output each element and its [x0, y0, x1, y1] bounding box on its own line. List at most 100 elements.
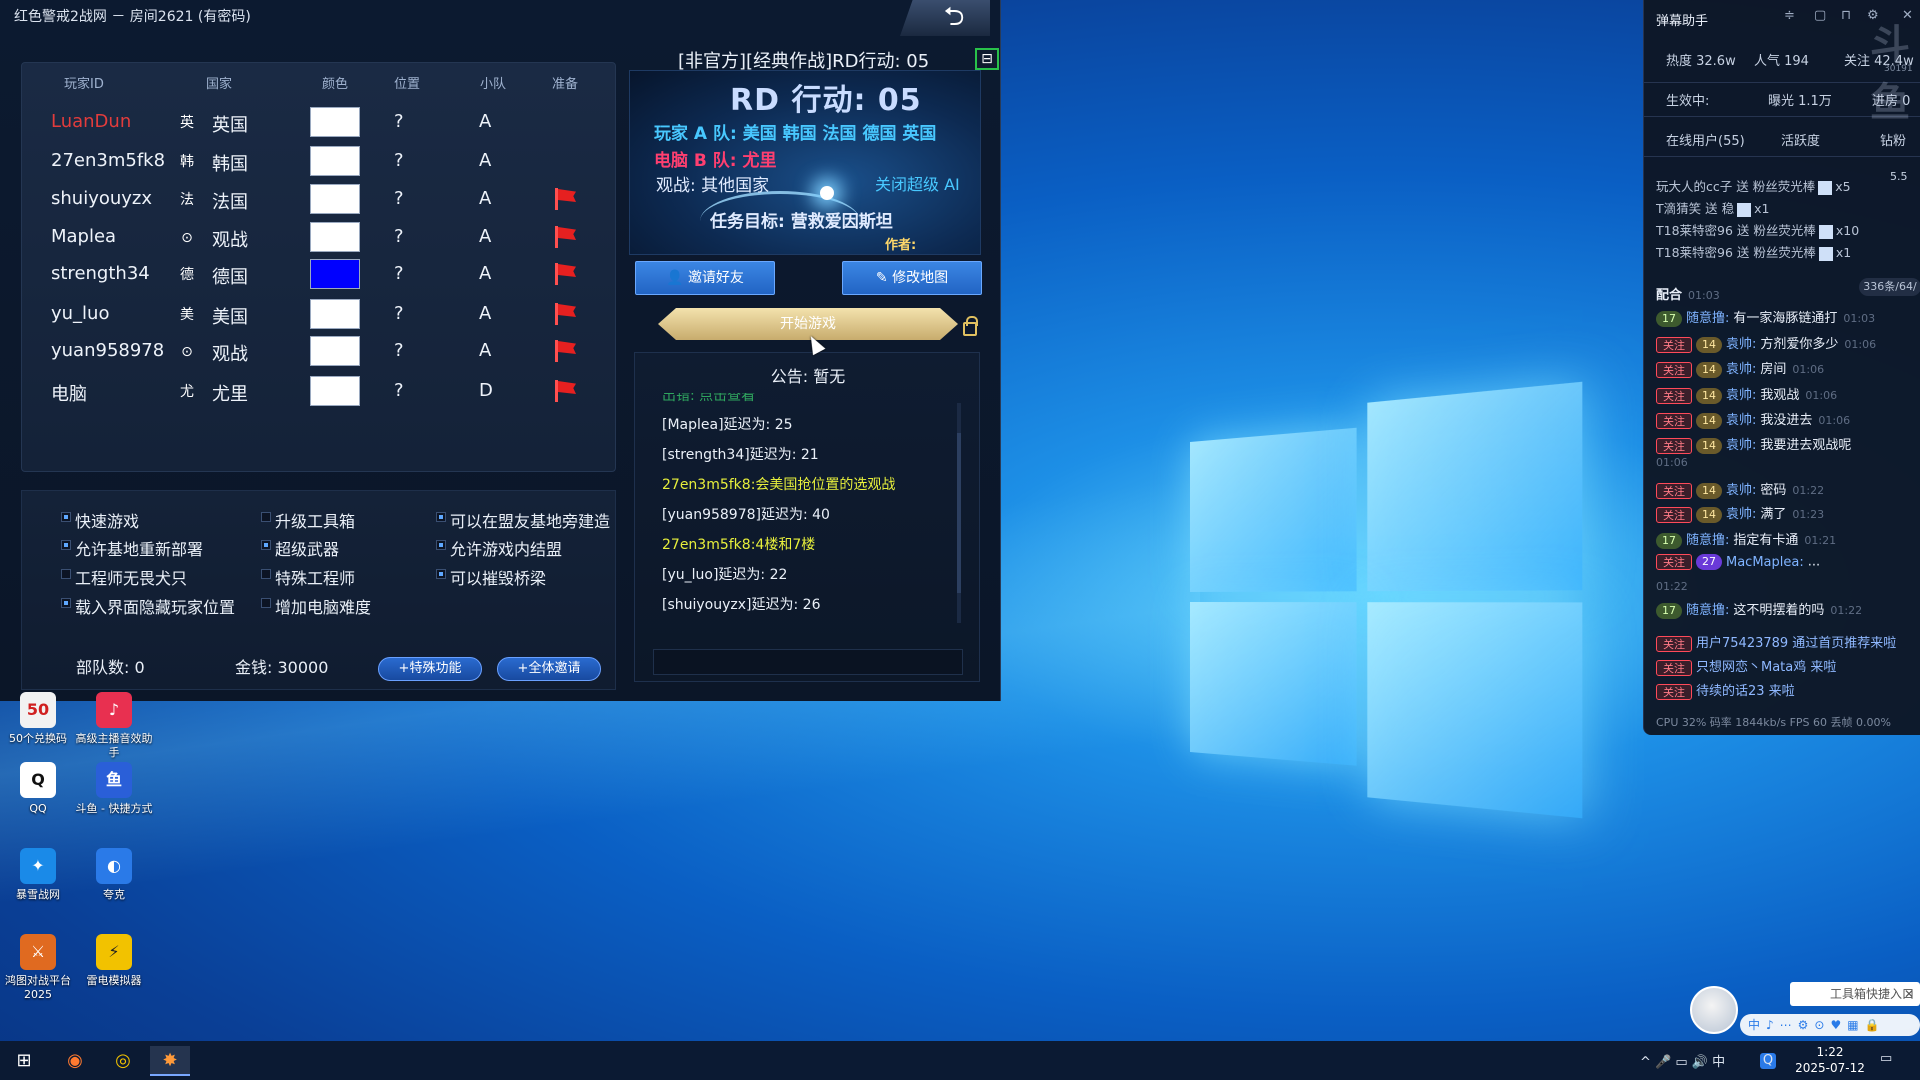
country-select[interactable]: 观战 — [212, 340, 248, 366]
checkbox-box[interactable] — [261, 598, 271, 608]
position-select[interactable]: ? — [394, 188, 404, 209]
option-checkbox[interactable]: 工程师无畏犬只 — [61, 565, 187, 589]
chat-scrollbar[interactable] — [957, 403, 961, 623]
desktop-icon[interactable]: Q QQ — [0, 762, 80, 816]
app-icon[interactable]: ◎ — [103, 1046, 143, 1076]
username[interactable]: 随意撸: — [1686, 533, 1729, 548]
toolbox-strip[interactable]: 中♪⋯⚙⊙♥▦🔒 — [1740, 1014, 1920, 1036]
team-select[interactable]: A — [479, 303, 491, 324]
checkbox-box[interactable] — [261, 569, 271, 579]
desktop-icon[interactable]: ♪ 高级主播音效助手 — [72, 692, 156, 760]
country-select[interactable]: 观战 — [212, 226, 248, 252]
filter-icon[interactable]: ≑ — [1784, 8, 1795, 23]
lock-icon[interactable] — [963, 316, 978, 336]
option-checkbox[interactable]: 可以在盟友基地旁建造 — [436, 508, 610, 532]
follow-badge[interactable]: 关注 — [1656, 506, 1692, 523]
checkbox-box[interactable] — [261, 512, 271, 522]
color-swatch[interactable] — [310, 184, 360, 214]
option-checkbox[interactable]: 快速游戏 — [61, 508, 139, 532]
position-select[interactable]: ? — [394, 111, 404, 132]
option-checkbox[interactable]: 载入界面隐藏玩家位置 — [61, 594, 235, 618]
checkbox-box[interactable] — [436, 569, 446, 579]
position-select[interactable]: ? — [394, 263, 404, 284]
tab-online-users[interactable]: 在线用户(55) — [1666, 130, 1745, 149]
follow-badge[interactable]: 关注 — [1656, 437, 1692, 454]
invite-friends-button[interactable]: 👤 邀请好友 — [635, 261, 775, 295]
tab-activity[interactable]: 活跃度 — [1781, 130, 1820, 149]
username[interactable]: 袁帅: — [1726, 362, 1756, 377]
username[interactable]: 袁帅: — [1726, 438, 1756, 453]
player-row[interactable]: LuanDun 英 英国? A — [22, 101, 617, 145]
team-select[interactable]: A — [479, 263, 491, 284]
option-checkbox[interactable]: 特殊工程师 — [261, 565, 355, 589]
desktop-icon[interactable]: ⚔ 鸿图对战平台2025 — [0, 934, 80, 1002]
checkbox-box[interactable] — [61, 598, 71, 608]
edit-map-button[interactable]: ✎ 修改地图 — [842, 261, 982, 295]
color-swatch[interactable] — [310, 336, 360, 366]
toolbox-tooltip[interactable]: 工具箱快捷入口 ✕ — [1790, 982, 1920, 1006]
desktop-icon[interactable]: ✦ 暴雪战网 — [0, 848, 80, 902]
player-row[interactable]: strength34 德 德国? A — [22, 253, 617, 297]
position-select[interactable]: ? — [394, 303, 404, 324]
danmaku-message[interactable]: 关注 27 MacMaplea:... — [1656, 554, 1820, 570]
follow-badge[interactable]: 关注 — [1656, 361, 1692, 378]
tab-diamond-fans[interactable]: 钻粉 — [1880, 130, 1906, 149]
desktop-icon[interactable]: 50 50个兑换码 — [0, 692, 80, 746]
position-select[interactable]: ? — [394, 380, 404, 401]
follow-badge[interactable]: 关注 — [1656, 336, 1692, 353]
position-select[interactable]: ? — [394, 226, 404, 247]
country-select[interactable]: 德国 — [212, 263, 248, 289]
option-checkbox[interactable]: 允许游戏内结盟 — [436, 536, 562, 560]
danmaku-message[interactable]: 关注 14 袁帅: 我观战 01:06 — [1656, 384, 1837, 404]
color-swatch[interactable] — [310, 222, 360, 252]
team-select[interactable]: A — [479, 111, 491, 132]
clock[interactable]: 1:22 2025-07-12 — [1790, 1044, 1870, 1076]
invite-all-button[interactable]: +全体邀请 — [497, 657, 601, 681]
country-select[interactable]: 法国 — [212, 188, 248, 214]
danmaku-message[interactable]: 关注 14 袁帅: 满了 01:23 — [1656, 503, 1824, 523]
desktop-icon[interactable]: ⚡ 雷电模拟器 — [72, 934, 156, 988]
color-swatch[interactable] — [310, 376, 360, 406]
checkbox-box[interactable] — [261, 540, 271, 550]
option-checkbox[interactable]: 可以摧毁桥梁 — [436, 565, 546, 589]
country-select[interactable]: 韩国 — [212, 150, 248, 176]
desktop-icon[interactable]: ◐ 夸克 — [72, 848, 156, 902]
notification-icon[interactable]: ▭ — [1880, 1051, 1892, 1066]
username[interactable]: 袁帅: — [1726, 337, 1756, 352]
follow-badge[interactable]: 关注 — [1656, 635, 1692, 652]
danmaku-message[interactable]: 关注 14 袁帅: 我没进去 01:06 — [1656, 409, 1850, 429]
color-swatch[interactable] — [310, 259, 360, 289]
checkbox-box[interactable] — [61, 512, 71, 522]
option-checkbox[interactable]: 升级工具箱 — [261, 508, 355, 532]
qq-tray-icon[interactable]: Q — [1760, 1053, 1776, 1069]
player-row[interactable]: 电脑 尤 尤里? D — [22, 370, 617, 414]
color-swatch[interactable] — [310, 299, 360, 329]
username[interactable]: 袁帅: — [1726, 483, 1756, 498]
country-select[interactable]: 英国 — [212, 111, 248, 137]
team-select[interactable]: A — [479, 340, 491, 361]
team-select[interactable]: A — [479, 188, 491, 209]
danmaku-message[interactable]: 关注 14 袁帅: 我要进去观战呢 — [1656, 434, 1851, 454]
username[interactable]: 袁帅: — [1726, 413, 1756, 428]
checkbox-box[interactable] — [436, 540, 446, 550]
option-checkbox[interactable]: 超级武器 — [261, 536, 339, 560]
danmaku-message[interactable]: 关注 14 袁帅: 方剂爱你多少 01:06 — [1656, 333, 1876, 353]
danmaku-message[interactable]: 17 随意撸: 这不明摆着的吗 01:22 — [1656, 599, 1862, 619]
app-icon[interactable]: ◉ — [55, 1046, 95, 1076]
chat-input[interactable] — [653, 649, 963, 675]
username[interactable]: 袁帅: — [1726, 507, 1756, 522]
follow-badge[interactable]: 关注 — [1656, 482, 1692, 499]
team-select[interactable]: A — [479, 226, 491, 247]
danmaku-message[interactable]: 关注 14 袁帅: 房间 01:06 — [1656, 358, 1824, 378]
username[interactable]: 随意撸: — [1686, 311, 1729, 326]
country-select[interactable]: 美国 — [212, 303, 248, 329]
follow-badge[interactable]: 关注 — [1656, 683, 1692, 700]
team-select[interactable]: A — [479, 150, 491, 171]
option-checkbox[interactable]: 允许基地重新部署 — [61, 536, 203, 560]
username[interactable]: 袁帅: — [1726, 388, 1756, 403]
app-icon[interactable]: ✸ — [150, 1046, 190, 1076]
color-swatch[interactable] — [310, 107, 360, 137]
username[interactable]: 随意撸: — [1686, 603, 1729, 618]
player-row[interactable]: yuan958978 ⊙ 观战? A — [22, 330, 617, 374]
assistant-avatar[interactable] — [1690, 986, 1738, 1034]
